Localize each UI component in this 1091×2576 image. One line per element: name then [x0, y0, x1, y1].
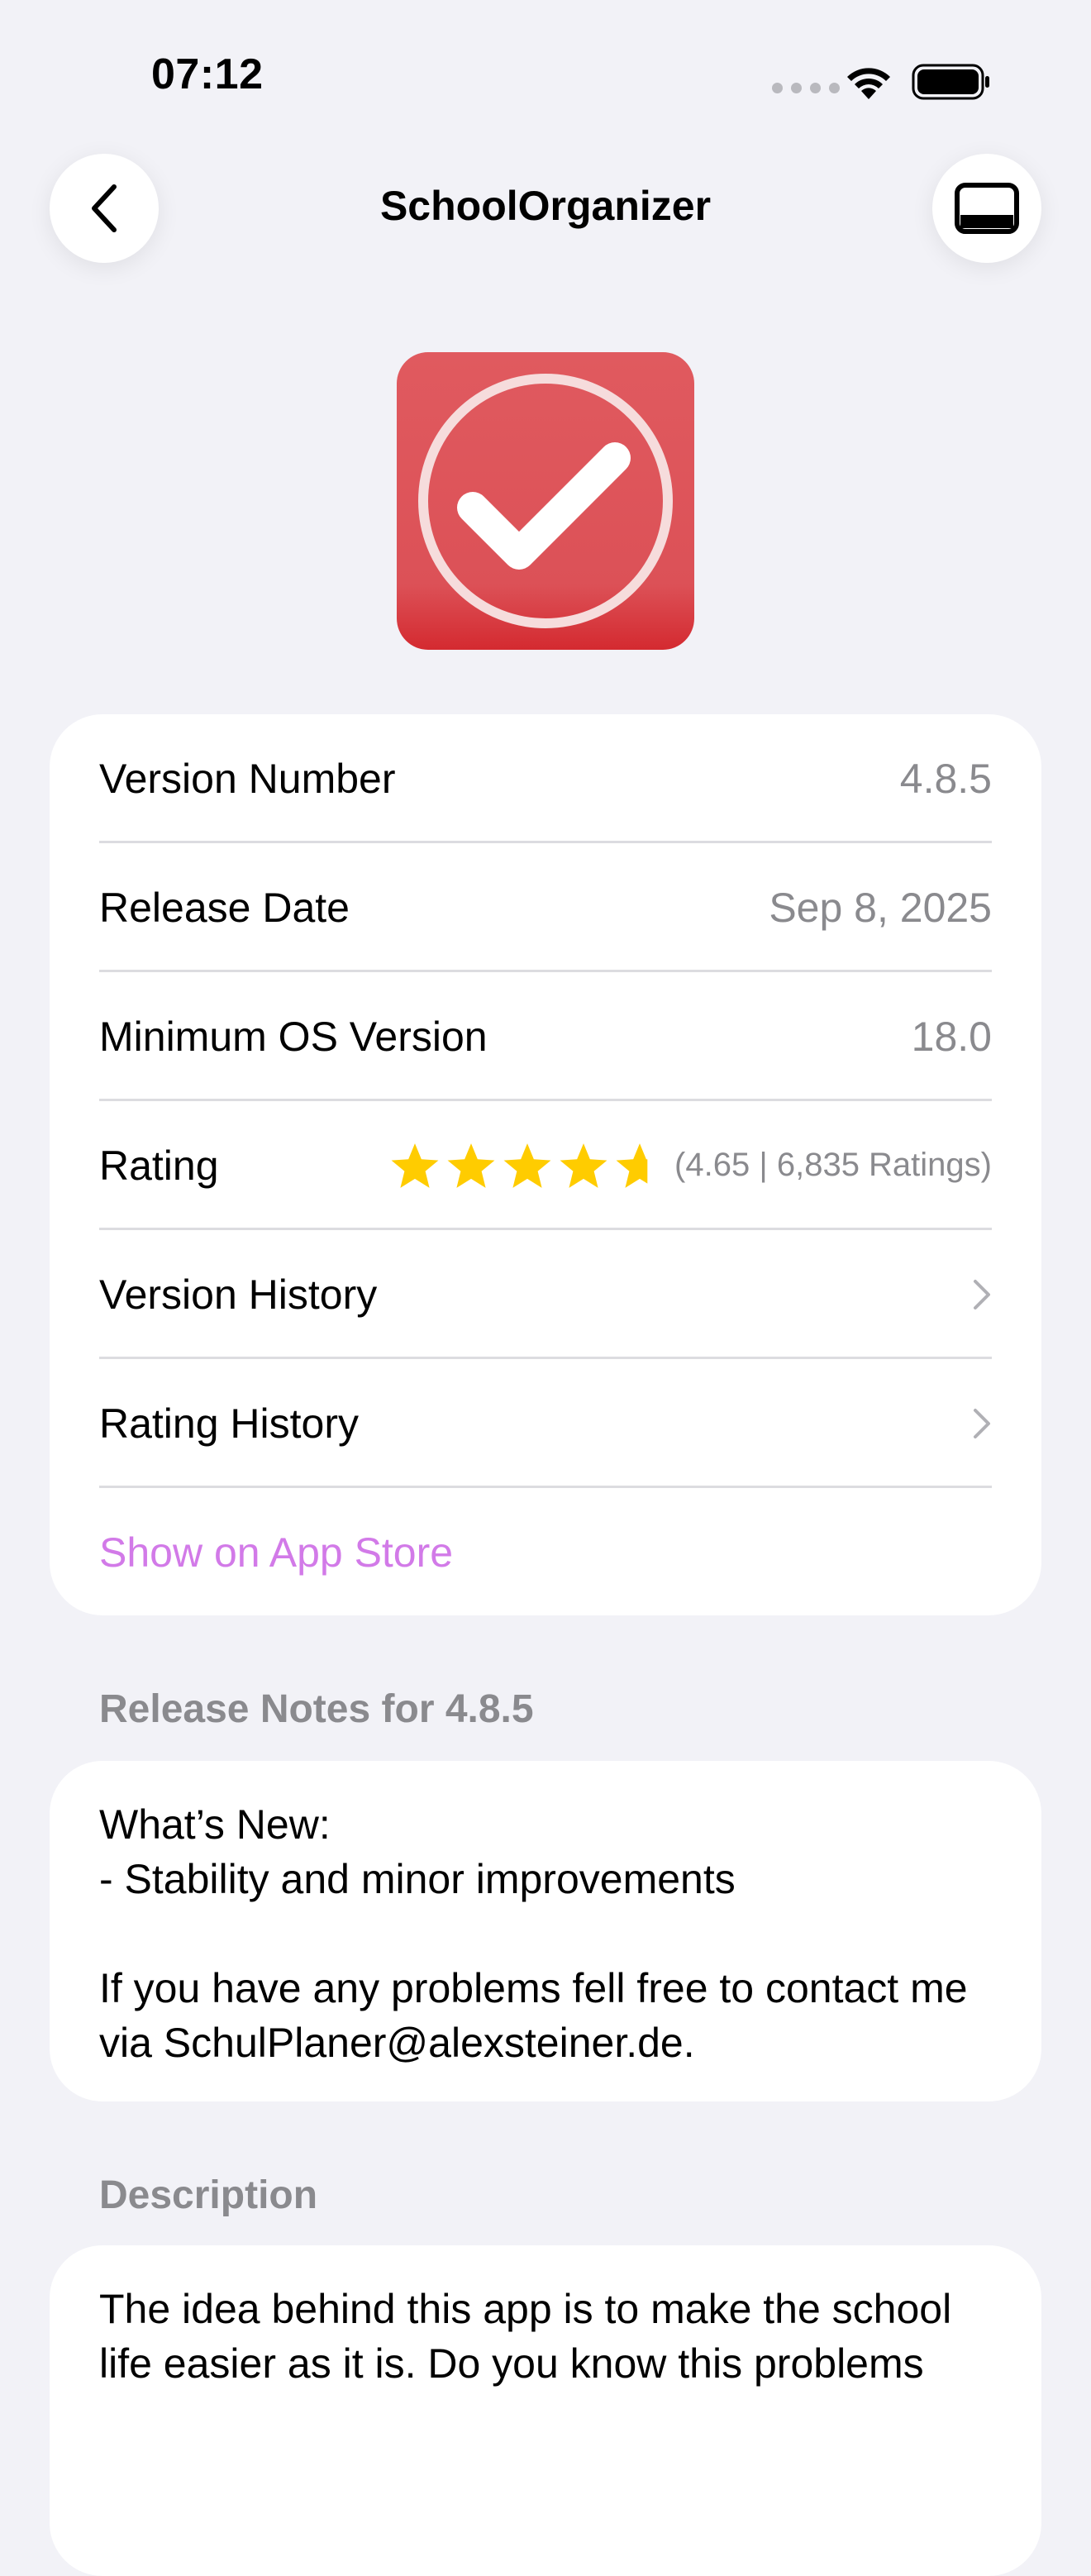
version-number-label: Version Number	[99, 755, 396, 802]
show-on-app-store-row[interactable]: Show on App Store	[99, 1488, 992, 1616]
status-time: 07:12	[151, 50, 264, 98]
star-icon	[391, 1143, 439, 1188]
chevron-right-icon	[974, 1408, 990, 1438]
minimum-os-row: Minimum OS Version 18.0	[99, 972, 992, 1100]
app-info-card: Version Number 4.8.5 Release Date Sep 8,…	[50, 714, 1041, 1615]
release-notes-card: What’s New: - Stability and minor improv…	[50, 1761, 1041, 2101]
description-heading: Description	[99, 2173, 318, 2217]
rating-stars	[388, 1141, 666, 1190]
description-card: The idea behind this app is to make the …	[50, 2245, 1041, 2576]
minimum-os-value: 18.0	[911, 1013, 992, 1060]
release-notes-text: What’s New: - Stability and minor improv…	[99, 1801, 968, 2066]
version-number-value: 4.8.5	[899, 755, 992, 802]
release-date-label: Release Date	[99, 884, 350, 931]
star-icon	[447, 1143, 495, 1188]
release-date-value: Sep 8, 2025	[769, 884, 992, 931]
rating-history-row[interactable]: Rating History	[99, 1359, 992, 1487]
rating-label: Rating	[99, 1142, 219, 1189]
version-number-row: Version Number 4.8.5	[99, 714, 992, 842]
rating-row: Rating (4.65 | 6,835 Ratings)	[99, 1101, 992, 1229]
page-title: SchoolOrganizer	[379, 183, 712, 229]
description-text: The idea behind this app is to make the …	[99, 2286, 952, 2387]
panel-toggle-button[interactable]	[932, 154, 1041, 263]
star-icon	[503, 1143, 551, 1188]
checkmark-circle-icon	[418, 374, 673, 628]
wifi-icon	[847, 68, 890, 99]
cellular-signal-icon	[772, 83, 840, 93]
star-icon	[560, 1143, 607, 1188]
show-on-app-store-link[interactable]: Show on App Store	[99, 1529, 453, 1577]
version-history-row[interactable]: Version History	[99, 1230, 992, 1358]
version-history-label: Version History	[99, 1271, 378, 1318]
release-date-row: Release Date Sep 8, 2025	[99, 843, 992, 971]
minimum-os-label: Minimum OS Version	[99, 1013, 488, 1060]
chevron-right-icon	[974, 1279, 990, 1309]
battery-icon	[912, 64, 989, 100]
rating-history-label: Rating History	[99, 1400, 359, 1447]
app-icon	[397, 352, 694, 650]
bottom-panel-icon	[955, 183, 1019, 234]
rating-summary: (4.65 | 6,835 Ratings)	[674, 1147, 992, 1183]
release-notes-heading: Release Notes for 4.8.5	[99, 1687, 534, 1731]
star-icon	[616, 1143, 648, 1188]
